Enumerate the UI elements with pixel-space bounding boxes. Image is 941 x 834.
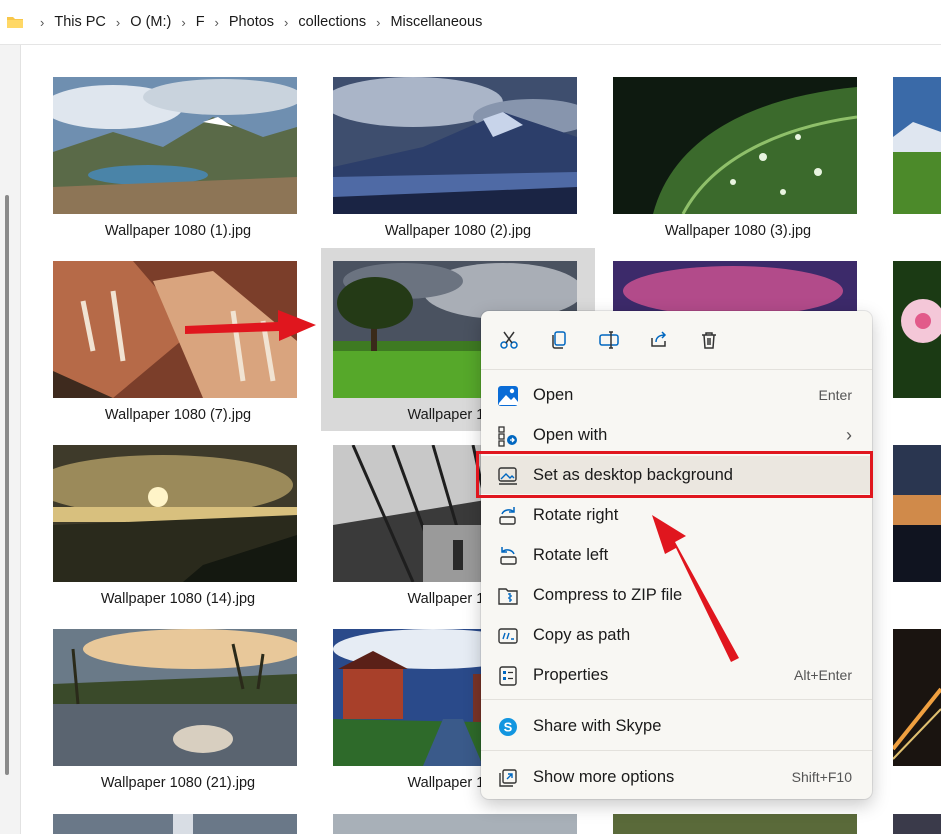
image-thumbnail bbox=[333, 77, 577, 214]
breadcrumb-this-pc[interactable]: This PC bbox=[54, 14, 106, 30]
file-tile[interactable]: Wallpaper 1080 (21).jpg bbox=[41, 629, 315, 799]
image-thumbnail bbox=[53, 77, 297, 214]
menu-item-copy-as-path[interactable]: Copy as path bbox=[481, 616, 872, 654]
file-tile[interactable]: Wallpaper 1080 (14).jpg bbox=[41, 445, 315, 615]
copy-path-icon bbox=[497, 625, 519, 647]
chevron-right-icon: › bbox=[181, 14, 186, 30]
navigation-pane bbox=[0, 45, 21, 834]
file-name: Wallpaper 1080 (1).jpg bbox=[104, 223, 252, 239]
breadcrumb-photos[interactable]: Photos bbox=[229, 14, 274, 30]
chevron-right-icon: › bbox=[40, 14, 45, 30]
chevron-right-icon: › bbox=[284, 14, 289, 30]
annotation-highlight-box bbox=[476, 451, 873, 498]
menu-item-show-more-options[interactable]: Show more options Shift+F10 bbox=[481, 758, 872, 796]
open-with-icon bbox=[497, 425, 519, 447]
context-menu-toolbar bbox=[481, 311, 872, 370]
more-options-icon bbox=[497, 767, 519, 789]
rotate-right-icon bbox=[497, 505, 519, 527]
file-tile[interactable]: Wallpaper 1080 (1).jpg bbox=[41, 77, 315, 247]
breadcrumb-f[interactable]: F bbox=[196, 14, 205, 30]
menu-divider bbox=[481, 750, 872, 751]
properties-icon bbox=[497, 665, 519, 687]
file-name: Wallpaper 1080 (21).jpg bbox=[100, 775, 256, 791]
chevron-right-icon: › bbox=[846, 424, 852, 445]
folder-icon bbox=[6, 15, 24, 29]
skype-icon: S bbox=[497, 716, 519, 738]
chevron-right-icon: › bbox=[376, 14, 381, 30]
image-thumbnail bbox=[53, 629, 297, 766]
menu-item-rotate-left[interactable]: Rotate left bbox=[481, 536, 872, 574]
menu-item-open[interactable]: Open Enter bbox=[481, 376, 872, 414]
file-name: Wallpaper 1080 (7).jpg bbox=[104, 407, 252, 423]
image-thumbnail bbox=[53, 445, 297, 582]
image-thumbnail[interactable] bbox=[53, 814, 297, 834]
breadcrumb-drive[interactable]: O (M:) bbox=[130, 14, 171, 30]
image-thumbnail[interactable] bbox=[613, 814, 857, 834]
image-thumbnail[interactable] bbox=[893, 77, 941, 214]
image-thumbnail[interactable] bbox=[893, 261, 941, 398]
copy-icon[interactable] bbox=[545, 326, 573, 354]
image-thumbnail bbox=[53, 261, 297, 398]
context-menu: Open Enter Open with › Set as desktop ba… bbox=[481, 311, 872, 799]
menu-divider bbox=[481, 699, 872, 700]
file-tile[interactable]: Wallpaper 1080 (2).jpg bbox=[321, 77, 595, 247]
file-tile[interactable]: Wallpaper 1080 (3).jpg bbox=[601, 77, 875, 247]
image-thumbnail[interactable] bbox=[333, 814, 577, 834]
chevron-right-icon: › bbox=[214, 14, 219, 30]
rotate-left-icon bbox=[497, 545, 519, 567]
image-thumbnail bbox=[613, 77, 857, 214]
zip-icon bbox=[497, 585, 519, 607]
menu-item-properties[interactable]: Properties Alt+Enter bbox=[481, 656, 872, 694]
image-thumbnail[interactable] bbox=[893, 814, 941, 834]
file-name: Wallpaper 1080 (2).jpg bbox=[384, 223, 532, 239]
chevron-right-icon: › bbox=[115, 14, 121, 30]
menu-item-rotate-right[interactable]: Rotate right bbox=[481, 496, 872, 534]
cut-icon[interactable] bbox=[495, 326, 523, 354]
image-thumbnail[interactable] bbox=[893, 629, 941, 766]
image-thumbnail[interactable] bbox=[893, 445, 941, 582]
share-icon[interactable] bbox=[645, 326, 673, 354]
file-name: Wallpaper 1080 (14).jpg bbox=[100, 591, 256, 607]
breadcrumb: › This PC › O (M:) › F › Photos › collec… bbox=[0, 0, 941, 45]
menu-item-share-skype[interactable]: S Share with Skype bbox=[481, 707, 872, 745]
menu-item-open-with[interactable]: Open with › bbox=[481, 416, 872, 454]
delete-icon[interactable] bbox=[695, 326, 723, 354]
breadcrumb-collections[interactable]: collections bbox=[298, 14, 366, 30]
breadcrumb-miscellaneous[interactable]: Miscellaneous bbox=[390, 14, 482, 30]
rename-icon[interactable] bbox=[595, 326, 623, 354]
menu-item-compress-zip[interactable]: Compress to ZIP file bbox=[481, 576, 872, 614]
photos-icon bbox=[497, 385, 519, 407]
file-name: Wallpaper 1080 (3).jpg bbox=[664, 223, 812, 239]
scrollbar-thumb[interactable] bbox=[5, 195, 9, 775]
file-tile[interactable]: Wallpaper 1080 (7).jpg bbox=[41, 261, 315, 431]
svg-text:S: S bbox=[504, 720, 513, 735]
